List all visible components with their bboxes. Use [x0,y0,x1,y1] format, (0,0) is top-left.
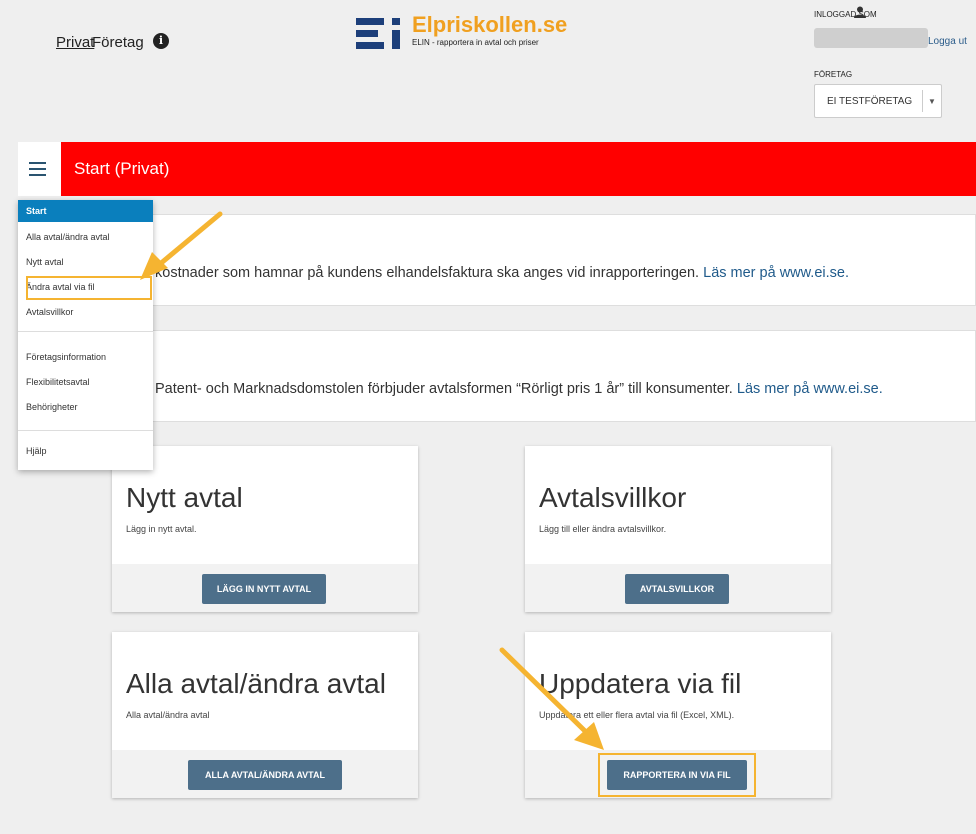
menu-item-behorigheter[interactable]: Behörigheter [18,396,153,418]
menu-item-start[interactable]: Start [18,200,153,222]
add-contract-button[interactable]: LÄGG IN NYTT AVTAL [202,574,326,604]
company-select-value: EI TESTFÖRETAG [827,96,913,107]
card-alla-avtal: Alla avtal/ändra avtal Alla avtal/ändra … [112,632,418,798]
logout-link[interactable]: Logga ut [928,36,967,47]
notice-card: Patent- och Marknadsdomstolen förbjuder … [110,330,976,422]
logged-in-label: INLOGGAD SOM [814,10,877,19]
card-footer: ALLA AVTAL/ÄNDRA AVTAL [112,750,418,798]
logo-title: Elpriskollen.se [412,12,568,37]
menu-item-alla-avtal[interactable]: Alla avtal/ändra avtal [18,226,153,248]
notice-link[interactable]: Läs mer på www.ei.se. [703,265,849,281]
notice-text: kostnader som hamnar på kundens elhandel… [155,265,849,281]
notice-text: Patent- och Marknadsdomstolen förbjuder … [155,381,883,397]
menu-item-nytt-avtal[interactable]: Nytt avtal [18,251,153,273]
card-title: Nytt avtal [126,482,243,513]
user-icon [854,6,866,18]
company-label: FÖRETAG [814,70,853,79]
all-contracts-button[interactable]: ALLA AVTAL/ÄNDRA AVTAL [188,760,342,790]
card-avtalsvillkor: Avtalsvillkor Lägg till eller ändra avta… [525,446,831,612]
page-header: Start (Privat) [18,142,976,196]
menu-item-hjalp[interactable]: Hjälp [18,440,153,462]
menu-divider [18,430,153,431]
menu-item-flexibilitetsavtal[interactable]: Flexibilitetsavtal [18,371,153,393]
nav-link-foretag[interactable]: Företag [92,34,144,51]
hamburger-icon [29,174,46,176]
menu-item-avtalsvillkor[interactable]: Avtalsvillkor [18,301,153,323]
company-select[interactable]: EI TESTFÖRETAG ▼ [814,84,942,118]
card-title: Uppdatera via fil [539,668,742,699]
notice-message: kostnader som hamnar på kundens elhandel… [155,265,700,281]
hamburger-icon [29,162,46,164]
page-title: Start (Privat) [74,159,170,178]
ei-logo-icon [356,18,400,49]
menu-divider [18,331,153,332]
menu-item-foretagsinformation[interactable]: Företagsinformation [18,346,153,368]
card-title: Alla avtal/ändra avtal [126,668,386,699]
highlight-box [26,276,152,300]
hamburger-icon [29,168,46,170]
nav-menu: Start Alla avtal/ändra avtal Nytt avtal … [18,200,153,470]
caret-down-icon: ▼ [928,97,936,106]
menu-button[interactable] [18,142,61,196]
card-description: Alla avtal/ändra avtal [126,710,210,720]
terms-button[interactable]: AVTALSVILLKOR [625,574,729,604]
card-footer: LÄGG IN NYTT AVTAL [112,564,418,612]
card-description: Uppdatera ett eller flera avtal via fil … [539,710,735,720]
info-icon[interactable]: i [153,33,169,49]
card-description: Lägg till eller ändra avtalsvillkor. [539,524,667,534]
card-nytt-avtal: Nytt avtal Lägg in nytt avtal. LÄGG IN N… [112,446,418,612]
notice-card: kostnader som hamnar på kundens elhandel… [110,214,976,306]
notice-message: Patent- och Marknadsdomstolen förbjuder … [155,381,733,397]
card-title: Avtalsvillkor [539,482,687,513]
select-divider [922,90,923,112]
card-description: Lägg in nytt avtal. [126,524,197,534]
logo-subtitle: ELIN - rapportera in avtal och priser [412,38,539,47]
user-name-redacted [814,28,928,48]
nav-link-privat[interactable]: Privat [56,34,94,51]
notice-link[interactable]: Läs mer på www.ei.se. [737,381,883,397]
card-footer: AVTALSVILLKOR [525,564,831,612]
highlight-box [598,753,756,797]
